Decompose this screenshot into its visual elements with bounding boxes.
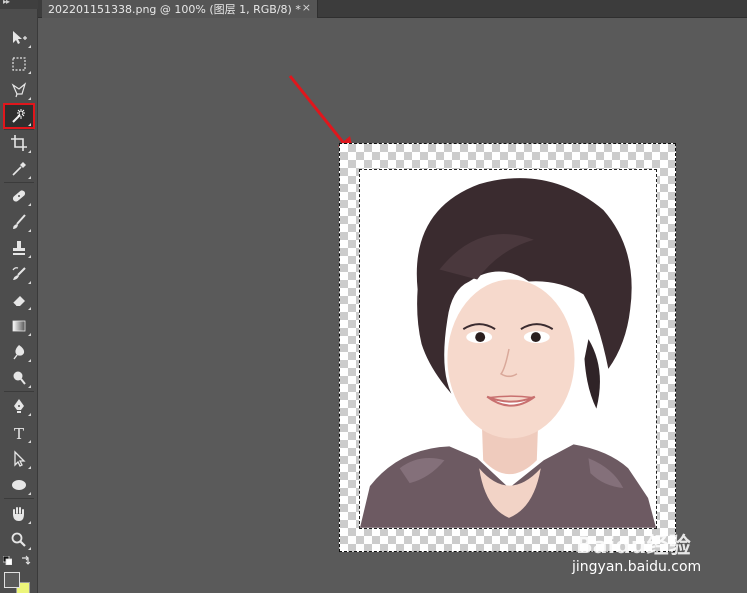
document-canvas[interactable] (339, 143, 676, 552)
eraser-tool[interactable] (4, 288, 34, 312)
eyedropper-tool[interactable] (4, 157, 34, 181)
brush-icon (13, 214, 26, 229)
default-colors-icon[interactable] (3, 556, 12, 565)
hand-tool[interactable] (4, 502, 34, 526)
watermark-url: jingyan.baidu.com (572, 559, 702, 575)
zoom-tool[interactable] (4, 528, 34, 552)
portrait-image (360, 170, 656, 528)
pen-tool[interactable] (4, 394, 34, 418)
ellipse-icon (12, 480, 26, 490)
eraser-icon (12, 296, 25, 307)
rect-marquee-icon (12, 57, 26, 71)
gradient-tool[interactable] (4, 314, 34, 338)
bandage-icon (12, 190, 26, 202)
blur-tool[interactable] (4, 340, 34, 364)
arrow-icon (14, 450, 26, 467)
document-tab-bar: 202201151338.png @ 100% (图层 1, RGB/8) * … (38, 0, 747, 18)
type-tool[interactable]: T (4, 421, 34, 445)
ellipse-tool[interactable] (4, 473, 34, 497)
document-tab-title: 202201151338.png @ 100% (图层 1, RGB/8) * (48, 3, 301, 16)
move-tool[interactable] (4, 26, 34, 50)
eyedropper-icon (12, 162, 26, 176)
magic-wand-icon (12, 109, 25, 123)
magic-wand-tool[interactable] (3, 103, 35, 129)
drop-icon (13, 345, 25, 360)
gradient-icon (12, 320, 26, 332)
baidu-watermark: Baidu经验 jingyan.baidu.com (568, 526, 738, 586)
history-brush-tool[interactable] (4, 262, 34, 286)
healing-brush-tool[interactable] (4, 184, 34, 208)
portrait-photo (359, 169, 657, 529)
collapse-icon[interactable]: ▸▸ (3, 0, 10, 6)
zoom-icon (11, 532, 26, 547)
move-icon (13, 31, 27, 44)
type-icon: T (14, 425, 24, 442)
photoshop-window: 202201151338.png @ 100% (图层 1, RGB/8) * … (0, 0, 747, 593)
history-brush-icon (12, 267, 26, 280)
watermark-brand: Baidu经验 (576, 534, 691, 559)
brush-tool[interactable] (4, 210, 34, 234)
dodge-tool[interactable] (4, 366, 34, 390)
lasso-tool[interactable] (4, 78, 34, 102)
path-selection-tool[interactable] (4, 447, 34, 471)
dodge-icon (13, 371, 26, 385)
tools-panel: ▸▸ T (0, 0, 38, 593)
toolbar-grip[interactable]: ▸▸ (0, 0, 38, 9)
pen-icon (14, 399, 24, 413)
close-tab-icon[interactable]: × (302, 1, 311, 14)
crop-tool[interactable] (4, 131, 34, 155)
clone-stamp-tool[interactable] (4, 236, 34, 260)
document-tab[interactable]: 202201151338.png @ 100% (图层 1, RGB/8) * … (42, 0, 318, 18)
crop-icon (11, 135, 27, 151)
stamp-icon (13, 241, 25, 255)
lasso-icon (11, 82, 27, 98)
svg-text:T: T (14, 425, 24, 442)
swap-colors-icon[interactable] (20, 555, 31, 566)
foreground-color-swatch[interactable] (4, 572, 20, 588)
hand-icon (13, 507, 24, 521)
rect-marquee-tool[interactable] (4, 52, 34, 76)
